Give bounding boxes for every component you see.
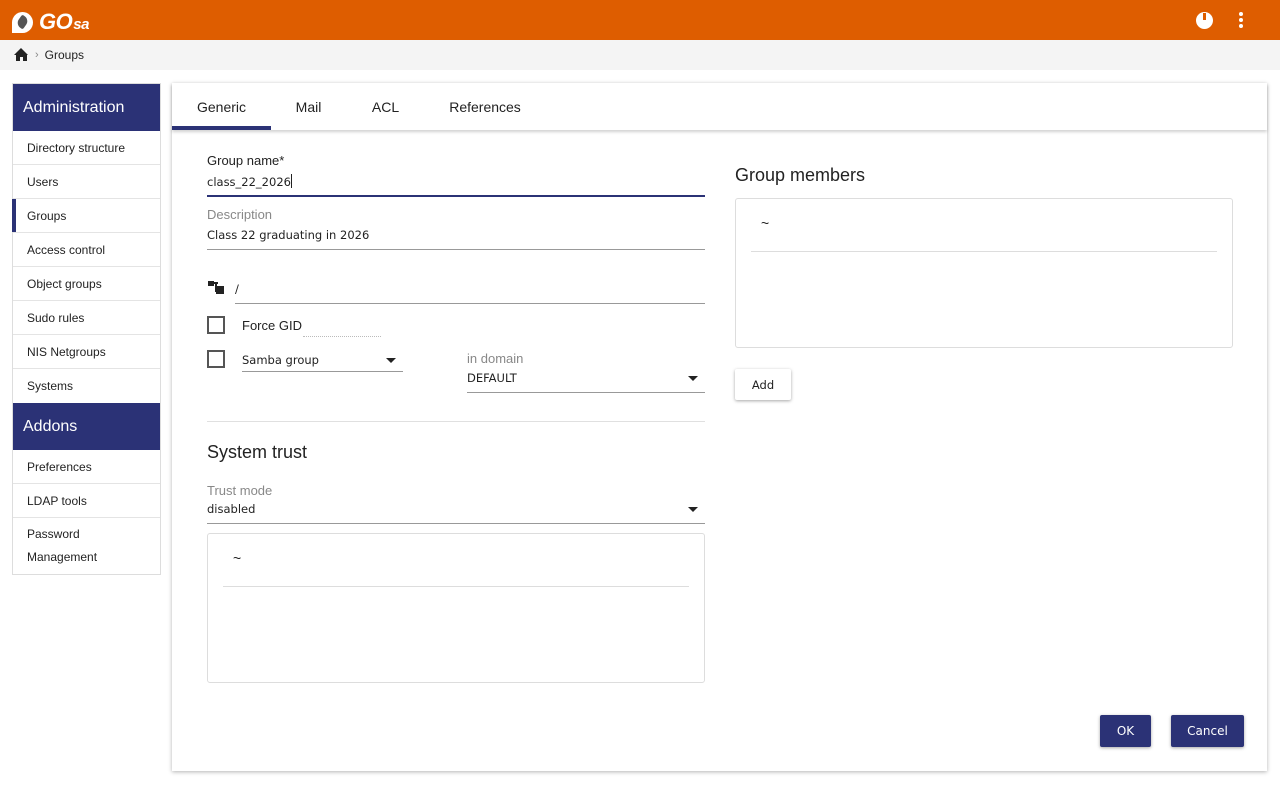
sidebar-section-addons: Addons: [13, 403, 160, 450]
add-member-button[interactable]: Add: [735, 369, 791, 400]
list-divider: [751, 251, 1217, 252]
sidebar-item-password-management[interactable]: Password Management: [13, 518, 160, 574]
sidebar-item-directory-structure[interactable]: Directory structure: [13, 131, 160, 165]
sidebar-item-systems[interactable]: Systems: [13, 369, 160, 403]
sidebar-item-groups[interactable]: Groups: [12, 199, 160, 233]
domain-select[interactable]: DEFAULT: [467, 368, 705, 392]
samba-group-select[interactable]: Samba group: [242, 349, 403, 372]
power-icon[interactable]: [1194, 10, 1214, 30]
home-icon[interactable]: [14, 48, 29, 62]
domain-underline: [467, 392, 705, 393]
base-underline: [235, 303, 705, 304]
tree-structure-icon[interactable]: [208, 280, 224, 294]
sidebar-item-label-line2: Management: [27, 550, 98, 564]
description-label: Description: [207, 207, 273, 222]
force-gid-label: Force GID: [242, 318, 302, 333]
chevron-down-icon: [688, 507, 698, 512]
tab-mail[interactable]: Mail: [271, 83, 346, 130]
group-members-list[interactable]: ~: [735, 198, 1233, 348]
base-input[interactable]: /: [235, 282, 239, 296]
app-name: GO: [39, 9, 73, 34]
gid-input: [303, 315, 381, 337]
breadcrumb: › Groups: [0, 40, 1280, 70]
group-editor-card: Generic Mail ACL References Group name* …: [172, 83, 1267, 771]
sidebar-section-administration: Administration: [13, 84, 160, 131]
list-placeholder: ~: [761, 215, 770, 231]
tab-acl[interactable]: ACL: [346, 83, 425, 130]
sidebar-item-access-control[interactable]: Access control: [13, 233, 160, 267]
group-name-label: Group name*: [207, 153, 285, 168]
samba-group-checkbox[interactable]: [207, 350, 225, 368]
description-input[interactable]: Class 22 graduating in 2026: [207, 228, 705, 242]
domain-label: in domain: [467, 351, 524, 366]
app-name-suffix: sa: [73, 16, 89, 33]
tab-bar: Generic Mail ACL References: [172, 83, 1267, 130]
trusted-hosts-list[interactable]: ~: [207, 533, 705, 683]
tab-references[interactable]: References: [425, 83, 545, 130]
chevron-down-icon: [688, 376, 698, 381]
breadcrumb-separator: ›: [35, 49, 39, 61]
section-divider: [207, 421, 705, 422]
sidebar-item-ldap-tools[interactable]: LDAP tools: [13, 484, 160, 518]
force-gid-checkbox[interactable]: [207, 316, 225, 334]
samba-group-underline: [242, 371, 403, 372]
sidebar-item-users[interactable]: Users: [13, 165, 160, 199]
group-name-underline: [207, 195, 705, 197]
cancel-button[interactable]: Cancel: [1171, 715, 1244, 747]
trust-mode-select[interactable]: disabled: [207, 500, 705, 523]
group-members-title: Group members: [735, 165, 866, 185]
description-underline: [207, 249, 705, 250]
sidebar: Administration Directory structure Users…: [12, 83, 161, 575]
tab-generic[interactable]: Generic: [172, 83, 271, 130]
system-trust-title: System trust: [207, 442, 308, 462]
group-name-input[interactable]: class_22_2026: [207, 173, 705, 195]
top-bar: GOsa: [0, 0, 1280, 40]
trust-mode-label: Trust mode: [207, 483, 273, 498]
breadcrumb-current: Groups: [44, 48, 85, 62]
text-cursor: [290, 174, 292, 188]
sidebar-item-nis-netgroups[interactable]: NIS Netgroups: [13, 335, 160, 369]
list-divider: [223, 586, 689, 587]
sidebar-item-object-groups[interactable]: Object groups: [13, 267, 160, 301]
sidebar-item-sudo-rules[interactable]: Sudo rules: [13, 301, 160, 335]
sidebar-item-label: Password: [27, 527, 80, 541]
kebab-menu-icon[interactable]: [1231, 12, 1251, 28]
gosa-logo-icon: [12, 11, 33, 33]
app-logo[interactable]: GOsa: [12, 9, 89, 35]
trust-mode-underline: [207, 523, 705, 524]
sidebar-item-preferences[interactable]: Preferences: [13, 450, 160, 484]
chevron-down-icon: [386, 358, 396, 363]
ok-button[interactable]: OK: [1100, 715, 1151, 747]
list-placeholder: ~: [233, 550, 242, 566]
